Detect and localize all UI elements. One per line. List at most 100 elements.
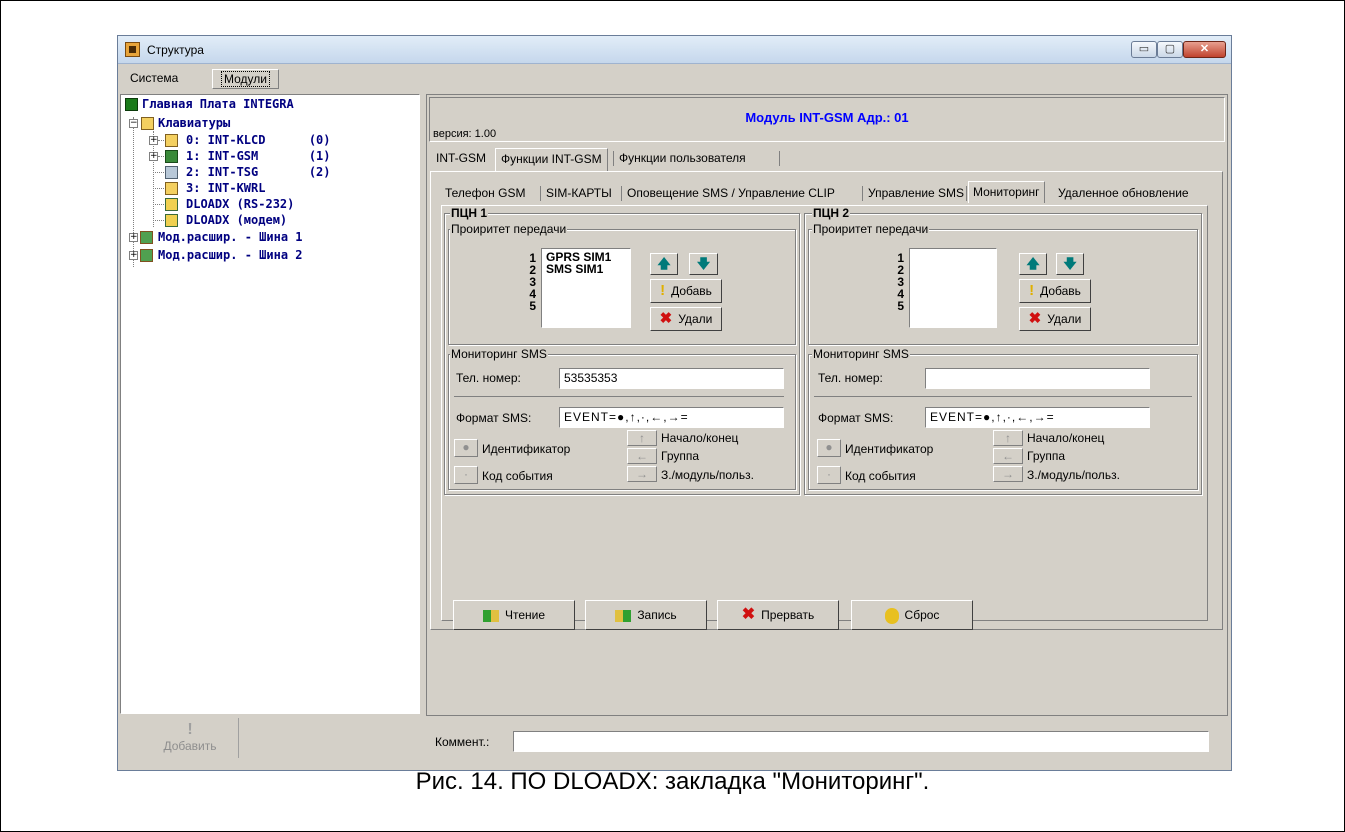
add-module-button[interactable]: ! Добавить [142, 718, 239, 758]
minimize-icon: ▭ [1138, 43, 1150, 55]
add-label: Добавь [671, 284, 712, 298]
tab-sms-notification[interactable]: Оповещение SMS / Управление CLIP [623, 183, 839, 203]
sms-format-input[interactable]: EVENT=●,↑,·,←,→= [925, 407, 1150, 428]
comment-input[interactable] [513, 731, 1209, 752]
pstn1-title: ПЦН 1 [450, 206, 489, 220]
tree-item-klcd[interactable]: 0: INT-KLCD (0) [186, 133, 331, 148]
tab-modules[interactable]: Модули [212, 69, 279, 89]
zone-module-user-button[interactable]: → [627, 466, 657, 482]
divider [454, 396, 784, 397]
keyboard-icon [141, 117, 154, 130]
tab-sim-cards[interactable]: SIM-КАРТЫ [542, 183, 616, 203]
tree-line [153, 131, 154, 227]
maximize-button[interactable]: ▢ [1157, 41, 1183, 58]
divider [814, 396, 1192, 397]
group-label: Группа [661, 449, 700, 463]
delete-label: Удали [1047, 312, 1082, 326]
group-label: Группа [1027, 449, 1066, 463]
phone-input[interactable] [925, 368, 1150, 389]
group-button[interactable]: ← [627, 448, 657, 464]
module-tree[interactable]: Главная Плата INTEGRA − Клавиатуры + 0: … [120, 94, 420, 714]
tab-divider [862, 186, 863, 201]
computer-icon [165, 198, 178, 211]
tree-line [158, 156, 164, 157]
tab-system[interactable]: Система [122, 69, 186, 89]
begin-end-button[interactable]: ↑ [627, 430, 657, 446]
expander-icon [140, 231, 153, 244]
tree-item-gsm[interactable]: 1: INT-GSM (1) [186, 149, 331, 164]
add-label: Добавь [1040, 284, 1081, 298]
tab-sms-control[interactable]: Управление SMS [864, 183, 968, 203]
close-button[interactable]: ✕ [1183, 41, 1226, 58]
expand-icon[interactable]: + [129, 233, 138, 242]
phone-input[interactable]: 53535353 [559, 368, 784, 389]
read-button[interactable]: Чтение [453, 600, 575, 630]
sms-format-input[interactable]: EVENT=●,↑,·,←,→= [559, 407, 784, 428]
zone-module-user-button[interactable]: → [993, 466, 1023, 482]
list-item[interactable]: SMS SIM1 [546, 263, 626, 275]
expand-icon[interactable]: + [129, 251, 138, 260]
exclamation-icon: ! [660, 282, 666, 299]
tree-line [158, 140, 164, 141]
tree-item-dloadx-modem[interactable]: DLOADX (модем) [186, 213, 287, 228]
event-code-button[interactable]: · [454, 466, 478, 484]
pstn2-priority-title: Проиритет передачи [812, 222, 930, 236]
expand-icon[interactable]: + [149, 152, 158, 161]
identifier-label: Идентификатор [845, 442, 934, 456]
pstn2-priority-group [808, 229, 1198, 345]
begin-end-label: Начало/конец [1027, 431, 1105, 445]
add-button[interactable]: ! Добавь [650, 279, 722, 303]
tree-item-tsg[interactable]: 2: INT-TSG (2) [186, 165, 331, 180]
tab-user-functions[interactable]: Функции пользователя [614, 148, 751, 169]
tab-remote-update[interactable]: Удаленное обновление [1054, 183, 1193, 203]
collapse-icon[interactable]: − [129, 119, 138, 128]
tree-item-bus1[interactable]: Мод.расшир. - Шина 1 [158, 230, 303, 245]
identifier-button[interactable]: ● [454, 439, 478, 457]
move-up-button[interactable]: 🡅 [1019, 253, 1047, 275]
begin-end-button[interactable]: ↑ [993, 430, 1023, 446]
sms-format-label: Формат SMS: [818, 411, 894, 425]
write-button[interactable]: Запись [585, 600, 707, 630]
tree-item-mainboard[interactable]: Главная Плата INTEGRA [142, 97, 294, 112]
zone-module-user-label: З./модуль/польз. [661, 468, 754, 482]
group-button[interactable]: ← [993, 448, 1023, 464]
pstn1-priority-title: Проиритет передачи [450, 222, 568, 236]
tree-item-keypads[interactable]: Клавиатуры [158, 116, 230, 131]
abort-label: Прервать [761, 608, 815, 622]
pstn2-title: ПЦН 2 [812, 206, 851, 220]
move-down-button[interactable]: 🡇 [689, 253, 718, 275]
move-down-button[interactable]: 🡇 [1056, 253, 1084, 275]
add-button[interactable]: ! Добавь [1019, 279, 1091, 303]
pstn2-priority-list[interactable] [909, 248, 997, 328]
pstn1-priority-list[interactable]: GPRS SIM1 SMS SIM1 [541, 248, 631, 328]
tab-panel: Телефон GSM SIM-КАРТЫ Оповещение SMS / У… [430, 171, 1223, 630]
tree-item-dloadx-rs232[interactable]: DLOADX (RS-232) [186, 197, 294, 212]
tab-divider [779, 151, 780, 166]
pstn2-priority-numbers: 1 2 3 4 5 [892, 252, 904, 312]
structure-window: Структура ▭ ▢ ✕ Система Модули Главная П… [117, 35, 1232, 771]
title-bar[interactable]: Структура ▭ ▢ ✕ [118, 36, 1231, 64]
delete-button[interactable]: ✖ Удали [1019, 307, 1091, 331]
reset-button[interactable]: Сброс [851, 600, 973, 630]
minimize-button[interactable]: ▭ [1131, 41, 1157, 58]
delete-button[interactable]: ✖ Удали [650, 307, 722, 331]
maximize-icon: ▢ [1164, 43, 1176, 55]
tab-monitoring[interactable]: Мониторинг [968, 181, 1045, 203]
tab-modules-label: Модули [221, 71, 270, 87]
reset-label: Сброс [904, 608, 940, 622]
write-icon [615, 609, 632, 622]
move-up-button[interactable]: 🡅 [650, 253, 678, 275]
event-code-button[interactable]: · [817, 466, 841, 484]
identifier-button[interactable]: ● [817, 439, 841, 457]
tree-line [133, 117, 134, 267]
tab-gsm-phone[interactable]: Телефон GSM [441, 183, 529, 203]
tree-item-kwrl[interactable]: 3: INT-KWRL [186, 181, 265, 196]
write-label: Запись [637, 608, 677, 622]
arrow-up-icon: 🡅 [657, 256, 671, 271]
abort-button[interactable]: ✖ Прервать [717, 600, 839, 630]
tree-item-bus2[interactable]: Мод.расшир. - Шина 2 [158, 248, 303, 263]
tab-int-gsm[interactable]: INT-GSM [431, 148, 491, 169]
expand-icon[interactable]: + [149, 136, 158, 145]
tab-gsm-functions[interactable]: Функции INT-GSM [495, 148, 608, 171]
sms-format-label: Формат SMS: [456, 411, 532, 425]
